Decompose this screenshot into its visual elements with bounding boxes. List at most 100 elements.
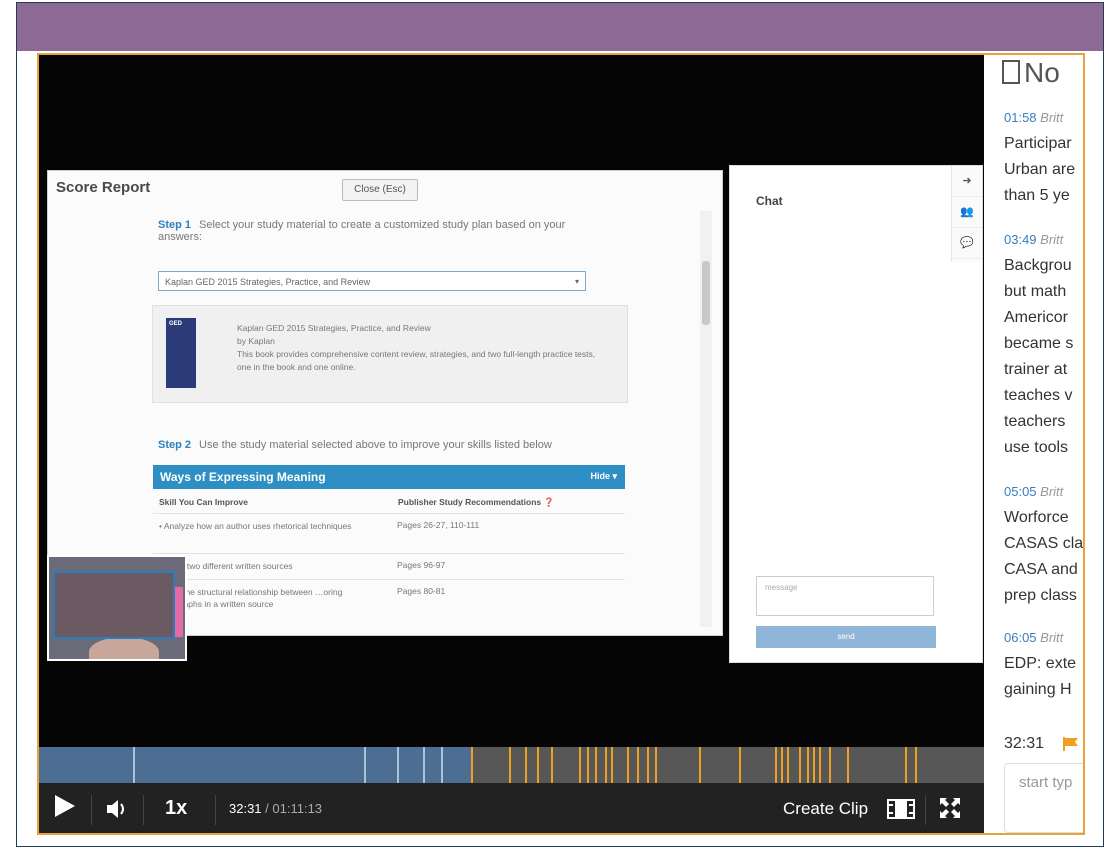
timeline-marker[interactable] xyxy=(423,747,425,783)
webcam-thumbnail xyxy=(47,555,187,661)
document-icon xyxy=(1002,60,1020,84)
notes-heading: No xyxy=(1002,57,1060,89)
timeline-marker[interactable] xyxy=(807,747,809,783)
chat-toolbar: ➜ 👥 💬 xyxy=(951,166,982,262)
note-time[interactable]: 01:58 xyxy=(1004,110,1037,125)
note-timestamp: 01:58 Britt xyxy=(1004,105,1083,131)
step1-label: Step 1 xyxy=(158,219,192,231)
step2: Step 2 Use the study material selected ab… xyxy=(158,439,598,451)
users-icon[interactable]: 👥 xyxy=(952,197,982,228)
timeline-marker[interactable] xyxy=(525,747,527,783)
timeline-marker[interactable] xyxy=(775,747,777,783)
pages-cell: Pages 80-81 xyxy=(397,586,446,596)
play-button[interactable] xyxy=(55,795,75,817)
close-button[interactable]: Close (Esc) xyxy=(342,179,418,201)
timeline-marker[interactable] xyxy=(441,747,443,783)
current-time: 32:31 xyxy=(229,801,262,816)
scrollbar-thumb[interactable] xyxy=(702,261,710,325)
timeline-marker[interactable] xyxy=(655,747,657,783)
timeline-marker[interactable] xyxy=(647,747,649,783)
create-clip-label[interactable]: Create Clip xyxy=(783,799,868,819)
timeline-marker[interactable] xyxy=(699,747,701,783)
col-skill: Skill You Can Improve xyxy=(159,497,248,507)
note-time[interactable]: 06:05 xyxy=(1004,630,1037,645)
pages-cell: Pages 96-97 xyxy=(397,560,446,570)
scrollbar[interactable] xyxy=(700,211,712,627)
note-line: became s xyxy=(1004,335,1074,352)
timeline-marker[interactable] xyxy=(905,747,907,783)
note-time[interactable]: 05:05 xyxy=(1004,484,1037,499)
skill-cell: …pare two different written sources xyxy=(159,561,293,571)
note-line: Urban are xyxy=(1004,161,1076,178)
note-time[interactable]: 03:49 xyxy=(1004,232,1037,247)
chat-message-input[interactable]: message xyxy=(756,576,934,616)
note-entry[interactable]: 06:05 Britt EDP: exte gaining H xyxy=(1004,625,1083,703)
timeline-marker[interactable] xyxy=(397,747,399,783)
timeline-marker[interactable] xyxy=(579,747,581,783)
timeline-marker[interactable] xyxy=(915,747,917,783)
timeline-marker[interactable] xyxy=(611,747,613,783)
timeline-marker[interactable] xyxy=(364,747,366,783)
webcam-face xyxy=(89,637,159,659)
book-card: GED Kaplan GED 2015 Strategies, Practice… xyxy=(152,305,628,403)
note-input[interactable]: start typ xyxy=(1004,763,1083,833)
timeline-marker[interactable] xyxy=(637,747,639,783)
timeline-marker[interactable] xyxy=(595,747,597,783)
timeline-marker[interactable] xyxy=(819,747,821,783)
note-current-time: 32:31 xyxy=(1004,735,1045,752)
notes-panel: No 01:58 Britt Participar Urban are than… xyxy=(984,55,1084,833)
timeline-marker[interactable] xyxy=(799,747,801,783)
fullscreen-icon[interactable] xyxy=(939,797,961,819)
timeline-marker[interactable] xyxy=(551,747,553,783)
notes-heading-text: No xyxy=(1024,57,1060,88)
col-recommendations: Publisher Study Recommendations ❓ xyxy=(398,497,555,507)
video-area[interactable]: Score Report Close (Esc) Step 1 Select yo… xyxy=(39,55,984,747)
volume-icon[interactable] xyxy=(105,798,129,820)
flag-icon[interactable] xyxy=(1062,737,1080,751)
note-entry[interactable]: 01:58 Britt Participar Urban are than 5 … xyxy=(1004,105,1083,209)
book-title: Kaplan GED 2015 Strategies, Practice, an… xyxy=(237,323,431,333)
timeline-marker[interactable] xyxy=(133,747,135,783)
timeline-marker[interactable] xyxy=(471,747,473,783)
timeline-marker[interactable] xyxy=(829,747,831,783)
timeline-scrubber[interactable] xyxy=(39,747,984,783)
note-line: CASAS cla xyxy=(1004,535,1084,552)
playback-speed-button[interactable]: 1x xyxy=(165,797,187,820)
outer-frame: Score Report Close (Esc) Step 1 Select yo… xyxy=(16,2,1104,847)
study-material-select[interactable]: Kaplan GED 2015 Strategies, Practice, an… xyxy=(158,271,586,291)
skill-cell: • Analyze how an author uses rhetorical … xyxy=(159,521,352,531)
note-line: than 5 ye xyxy=(1004,187,1070,204)
note-author: Britt xyxy=(1040,484,1064,499)
note-entry[interactable]: 05:05 Britt Worforce CASAS cla CASA and … xyxy=(1004,479,1084,609)
note-timestamp: 03:49 Britt xyxy=(1004,227,1083,253)
timeline-marker[interactable] xyxy=(787,747,789,783)
step1: Step 1 Select your study material to crea… xyxy=(158,219,598,243)
player-app: Score Report Close (Esc) Step 1 Select yo… xyxy=(37,53,1085,835)
score-report-title: Score Report xyxy=(56,179,151,196)
timeline-marker[interactable] xyxy=(537,747,539,783)
skill-cell: …yze the structural relationship between… xyxy=(159,587,343,609)
book-cover-text: GED xyxy=(169,321,183,327)
timeline-marker[interactable] xyxy=(781,747,783,783)
timeline-marker[interactable] xyxy=(605,747,607,783)
timeline-marker[interactable] xyxy=(739,747,741,783)
comment-icon[interactable]: 💬 xyxy=(952,228,982,259)
arrow-right-icon[interactable]: ➜ xyxy=(952,166,982,197)
timeline-marker[interactable] xyxy=(627,747,629,783)
timeline-marker[interactable] xyxy=(847,747,849,783)
step2-text: Use the study material selected above to… xyxy=(199,439,552,451)
time-display: 32:31 / 01:11:13 xyxy=(229,801,322,816)
timeline-marker[interactable] xyxy=(587,747,589,783)
note-line: Backgrou xyxy=(1004,257,1072,274)
table-row: • Analyze how an author uses rhetorical … xyxy=(153,513,625,552)
timeline-marker[interactable] xyxy=(813,747,815,783)
film-icon[interactable] xyxy=(887,799,915,819)
divider xyxy=(143,795,144,825)
note-entry[interactable]: 03:49 Britt Backgrou but math Americor b… xyxy=(1004,227,1083,461)
chat-send-button[interactable]: send xyxy=(756,626,936,648)
book-details: Kaplan GED 2015 Strategies, Practice, an… xyxy=(237,322,597,374)
hide-toggle[interactable]: Hide ▾ xyxy=(590,471,617,482)
skills-table-title: Ways of Expressing Meaning xyxy=(160,470,326,484)
chevron-down-icon: ▾ xyxy=(574,277,579,286)
timeline-marker[interactable] xyxy=(509,747,511,783)
